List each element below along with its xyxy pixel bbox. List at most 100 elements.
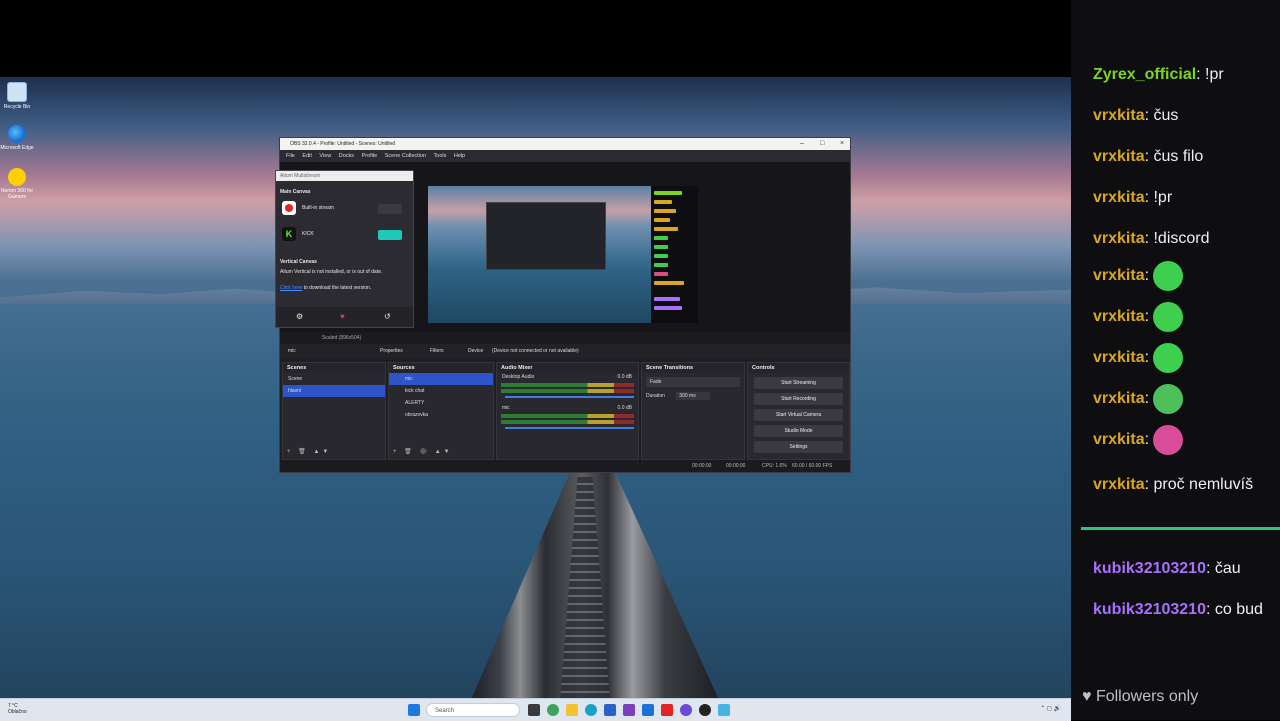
chat-message: kubik32103210: co bud xyxy=(1093,601,1263,619)
chat-text: !discord xyxy=(1153,230,1210,247)
chat-separator: : xyxy=(1144,390,1154,408)
system-tray[interactable]: ⌃ ◻ 🔊 xyxy=(1040,705,1061,712)
scenes-toolbar[interactable]: + 🗑 ▲▼ xyxy=(287,448,331,455)
menu-edit[interactable]: Edit xyxy=(302,153,311,159)
desktop-icon-edge[interactable]: Microsoft Edge xyxy=(0,125,34,151)
outlook-icon[interactable] xyxy=(642,704,654,716)
chat-message: vrxkita: !discord xyxy=(1093,230,1210,248)
notepad-icon[interactable] xyxy=(718,704,730,716)
stream-toggle[interactable] xyxy=(378,230,402,240)
obs-status-bar: 00:00:00 00:00:00 CPU: 1.6% 60.00 / 60.0… xyxy=(280,460,850,472)
chat-username[interactable]: vrxkita xyxy=(1093,431,1145,448)
chat-username[interactable]: Zyrex_official xyxy=(1093,66,1196,83)
close-icon[interactable]: × xyxy=(840,138,844,150)
chat-separator: : xyxy=(1144,267,1154,285)
scale-label[interactable]: Scaled (896x504) xyxy=(322,335,361,341)
green-smile-emote xyxy=(1153,302,1184,332)
menu-help[interactable]: Help xyxy=(454,153,465,159)
obs-title-text: OBS 32.0.4 - Profile: Untitled - Scenes:… xyxy=(290,141,396,147)
desktop-icon-norton[interactable]: Norton 360 for Gamers xyxy=(0,168,34,200)
chat-divider xyxy=(1081,527,1280,530)
start-recording-button[interactable]: Start Recording xyxy=(754,393,843,405)
audio-mixer-title: Audio Mixer xyxy=(497,363,638,373)
chat-text: proč nemluvíš xyxy=(1153,476,1254,493)
chat-separator: : xyxy=(1144,349,1154,367)
transition-select[interactable]: Fade xyxy=(646,377,740,387)
menu-profile[interactable]: Profile xyxy=(362,153,378,159)
scene-item[interactable]: Scene xyxy=(283,373,385,385)
preview-canvas[interactable] xyxy=(428,186,651,323)
chat-separator: : xyxy=(1205,601,1215,618)
download-link[interactable]: Click here xyxy=(280,285,302,291)
chat-username[interactable]: vrxkita xyxy=(1093,267,1145,284)
obs-title-bar: OBS 32.0.4 - Profile: Untitled - Scenes:… xyxy=(280,138,850,150)
menu-docks[interactable]: Docks xyxy=(339,153,354,159)
kick-icon: K xyxy=(282,227,296,241)
chat-username[interactable]: vrxkita xyxy=(1093,349,1145,366)
discord-icon[interactable] xyxy=(680,704,692,716)
fps-readout: 60.00 / 60.00 FPS xyxy=(792,463,833,469)
start-icon[interactable] xyxy=(408,704,420,716)
scene-item-selected[interactable]: hlavní xyxy=(283,385,385,397)
explorer-icon[interactable] xyxy=(566,704,578,716)
aitum-toolbar: ⚙ ♥ ↺ xyxy=(276,307,413,327)
preview-chat xyxy=(651,186,698,323)
source-item[interactable]: obrazovka xyxy=(389,409,493,421)
minimize-icon[interactable]: – xyxy=(800,138,804,150)
taskview-icon[interactable] xyxy=(528,704,540,716)
sources-toolbar[interactable]: + 🗑 ⚙ ▲▼ xyxy=(393,448,453,455)
chat-username[interactable]: vrxkita xyxy=(1093,230,1145,247)
widgets-icon[interactable] xyxy=(547,704,559,716)
chat-text: čus xyxy=(1153,107,1179,124)
pink-monster-emote xyxy=(1153,425,1184,455)
menu-view[interactable]: View xyxy=(319,153,331,159)
duration-input[interactable]: 300 ms xyxy=(676,392,710,400)
source-item[interactable]: ALERTY xyxy=(389,397,493,409)
aitum-multistream-panel: Aitum Multistream Main Canvas Built-in s… xyxy=(275,170,414,328)
chat-username[interactable]: kubik32103210 xyxy=(1093,560,1206,577)
chat-message: Zyrex_official: !pr xyxy=(1093,66,1224,84)
volume-meter xyxy=(501,420,634,424)
desktop-icon-recycle-bin[interactable]: Recycle Bin xyxy=(0,82,34,110)
help-icon[interactable]: ↺ xyxy=(384,312,391,321)
output-row-kick: K KICK xyxy=(282,227,406,243)
chat-username[interactable]: kubik32103210 xyxy=(1093,601,1206,618)
obs-icon[interactable] xyxy=(699,704,711,716)
chat-username[interactable]: vrxkita xyxy=(1093,390,1145,407)
chat-username[interactable]: vrxkita xyxy=(1093,189,1145,206)
followers-only-label: Followers only xyxy=(1095,688,1199,705)
studio-mode-button[interactable]: Studio Mode xyxy=(754,425,843,437)
output-label: KICK xyxy=(302,231,314,237)
menu-tools[interactable]: Tools xyxy=(434,153,447,159)
source-item-selected[interactable]: mic xyxy=(389,373,493,385)
gear-icon[interactable]: ⚙ xyxy=(296,312,303,321)
store-icon[interactable] xyxy=(604,704,616,716)
menu-file[interactable]: File xyxy=(286,153,295,159)
mail-icon[interactable] xyxy=(623,704,635,716)
menu-scene-collection[interactable]: Scene Collection xyxy=(385,153,426,159)
settings-button[interactable]: Settings xyxy=(754,441,843,453)
edge-icon[interactable] xyxy=(585,704,597,716)
maximize-icon[interactable]: □ xyxy=(820,138,824,150)
volume-slider[interactable] xyxy=(505,427,634,429)
device-select[interactable]: (Device not connected or not available) xyxy=(492,348,579,354)
controls-dock: Controls Start Streaming Start Recording… xyxy=(747,362,850,460)
stream-toggle[interactable] xyxy=(378,204,402,214)
start-virtual-camera-button[interactable]: Start Virtual Camera xyxy=(754,409,843,421)
cpu-usage: CPU: 1.6% xyxy=(762,463,787,469)
audio-channel-name: mic 0.0 dB xyxy=(502,405,632,411)
chat-username[interactable]: vrxkita xyxy=(1093,308,1145,325)
chat-username[interactable]: vrxkita xyxy=(1093,148,1145,165)
volume-slider[interactable] xyxy=(505,396,634,398)
weather-widget[interactable]: 7 °C Oblačno xyxy=(8,703,27,715)
start-streaming-button[interactable]: Start Streaming xyxy=(754,377,843,389)
filters-button[interactable]: Filters xyxy=(430,348,444,354)
taskbar-search[interactable]: Search xyxy=(426,703,520,717)
youtube-icon[interactable] xyxy=(661,704,673,716)
chat-username[interactable]: vrxkita xyxy=(1093,476,1145,493)
chat-username[interactable]: vrxkita xyxy=(1093,107,1145,124)
heart-icon[interactable]: ♥ xyxy=(340,312,345,321)
properties-button[interactable]: Properties xyxy=(380,348,403,354)
source-item[interactable]: kick chat xyxy=(389,385,493,397)
nested-obs-preview xyxy=(486,202,606,270)
